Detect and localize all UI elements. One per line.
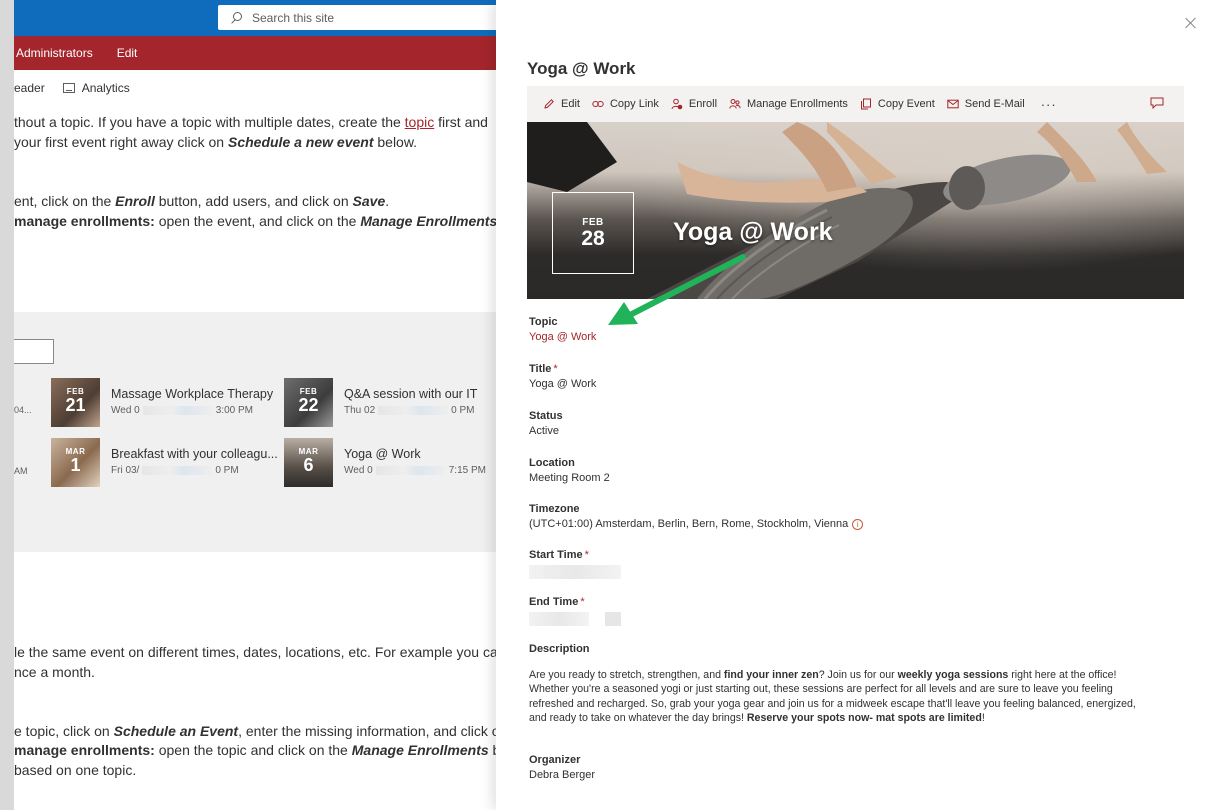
copy-icon (860, 98, 872, 110)
instruction-line: le the same event on different times, da… (14, 644, 506, 660)
instruction-line: based on one topic. (14, 762, 137, 778)
event-title: Massage Workplace Therapy (111, 387, 274, 401)
site-command-bar: eader Analytics (14, 74, 130, 102)
event-datetime: Fri 03/0 PM (111, 465, 239, 476)
event-card[interactable]: FEB 22 Q&A session with our IT Thu 02 0 PM (284, 378, 477, 427)
instruction-line: thout a topic. If you have a topic with … (14, 114, 488, 130)
partial-date-text: 04... (14, 405, 32, 415)
mail-icon (947, 98, 959, 110)
send-email-button[interactable]: Send E-Mail (947, 98, 1025, 110)
link-icon (592, 98, 604, 110)
field-organizer: Organizer Debra Berger (529, 754, 596, 781)
event-title: Yoga @ Work (344, 447, 421, 461)
field-timezone: Timezone (UTC+01:00) Amsterdam, Berlin, … (529, 503, 864, 530)
panel-title: Yoga @ Work (527, 59, 636, 78)
field-title: Title * Yoga @ Work (529, 363, 597, 390)
end-time-redacted (529, 612, 589, 626)
cmd-analytics[interactable]: Analytics (62, 81, 130, 95)
search-placeholder: Search this site (252, 10, 335, 25)
copy-event-button[interactable]: Copy Event (860, 98, 935, 110)
edit-button[interactable]: Edit (543, 98, 580, 110)
nav-item-administrators[interactable]: Administrators (16, 46, 93, 60)
event-thumbnail: FEB 21 (51, 378, 100, 427)
event-datetime: Thu 02 0 PM (344, 405, 475, 416)
screenshot-stage: Search this site Administrators Edit ead… (0, 0, 1217, 810)
info-icon[interactable]: i (852, 518, 864, 530)
instruction-line: ent, click on the Enroll button, add use… (14, 193, 390, 209)
site-search-box[interactable]: Search this site (218, 5, 518, 30)
topic-link[interactable]: topic (405, 114, 435, 130)
cmd-analytics-label: Analytics (81, 81, 130, 95)
start-time-redacted (529, 565, 621, 579)
analytics-icon (62, 83, 75, 93)
instruction-line: manage enrollments: open the event, and … (14, 213, 498, 229)
events-webpart (14, 312, 510, 552)
close-panel-button[interactable] (1184, 16, 1198, 30)
event-details-panel: Yoga @ Work Edit Copy Link Enroll Manage… (496, 0, 1217, 810)
event-thumbnail: MAR 6 (284, 438, 333, 487)
field-topic: Topic Yoga @ Work (529, 316, 597, 343)
event-thumbnail: MAR 1 (51, 438, 100, 487)
event-datetime: Wed 0 3:00 PM (111, 405, 253, 416)
enroll-button[interactable]: Enroll (671, 98, 717, 110)
instruction-line: e topic, click on Schedule an Event, ent… (14, 723, 500, 739)
event-day: 28 (581, 227, 605, 250)
topic-value-link[interactable]: Yoga @ Work (529, 331, 596, 343)
field-status: Status Active (529, 410, 563, 437)
event-card[interactable]: MAR 6 Yoga @ Work Wed 0 7:15 PM (284, 438, 486, 487)
event-datetime: Wed 0 7:15 PM (344, 465, 486, 476)
copy-link-button[interactable]: Copy Link (592, 98, 659, 110)
annotation-arrow (608, 254, 746, 325)
field-location: Location Meeting Room 2 (529, 457, 610, 484)
event-title: Q&A session with our IT (344, 387, 478, 401)
comment-icon[interactable] (1150, 97, 1164, 110)
event-card[interactable]: FEB 21 Massage Workplace Therapy Wed 0 3:0… (51, 378, 273, 427)
instruction-line: your first event right away click on Sch… (14, 134, 418, 150)
pencil-icon (543, 98, 555, 110)
instruction-line: nce a month. (14, 664, 95, 680)
events-filter-input[interactable] (14, 339, 54, 364)
panel-toolbar: Edit Copy Link Enroll Manage Enrollments… (527, 86, 1184, 122)
event-card[interactable]: MAR 1 Breakfast with your colleagu... Fri… (51, 438, 278, 487)
field-end-time: End Time * (529, 596, 621, 629)
field-description: Description (529, 643, 590, 655)
event-thumbnail: FEB 22 (284, 378, 333, 427)
add-person-icon (671, 98, 683, 110)
nav-item-edit[interactable]: Edit (117, 46, 138, 60)
search-icon (230, 11, 242, 24)
event-title: Breakfast with your colleagu... (111, 447, 278, 461)
hero-title: Yoga @ Work (673, 218, 833, 246)
people-icon (729, 98, 741, 110)
more-actions-button[interactable]: ··· (1041, 97, 1057, 112)
field-start-time: Start Time * (529, 549, 621, 582)
manage-enrollments-button[interactable]: Manage Enrollments (729, 98, 848, 110)
cmd-reader[interactable]: eader (14, 81, 45, 95)
description-text: Are you ready to stretch, strengthen, an… (529, 669, 1136, 725)
instruction-line: manage enrollments: open the topic and c… (14, 742, 501, 758)
partial-date-text: AM (14, 466, 28, 476)
